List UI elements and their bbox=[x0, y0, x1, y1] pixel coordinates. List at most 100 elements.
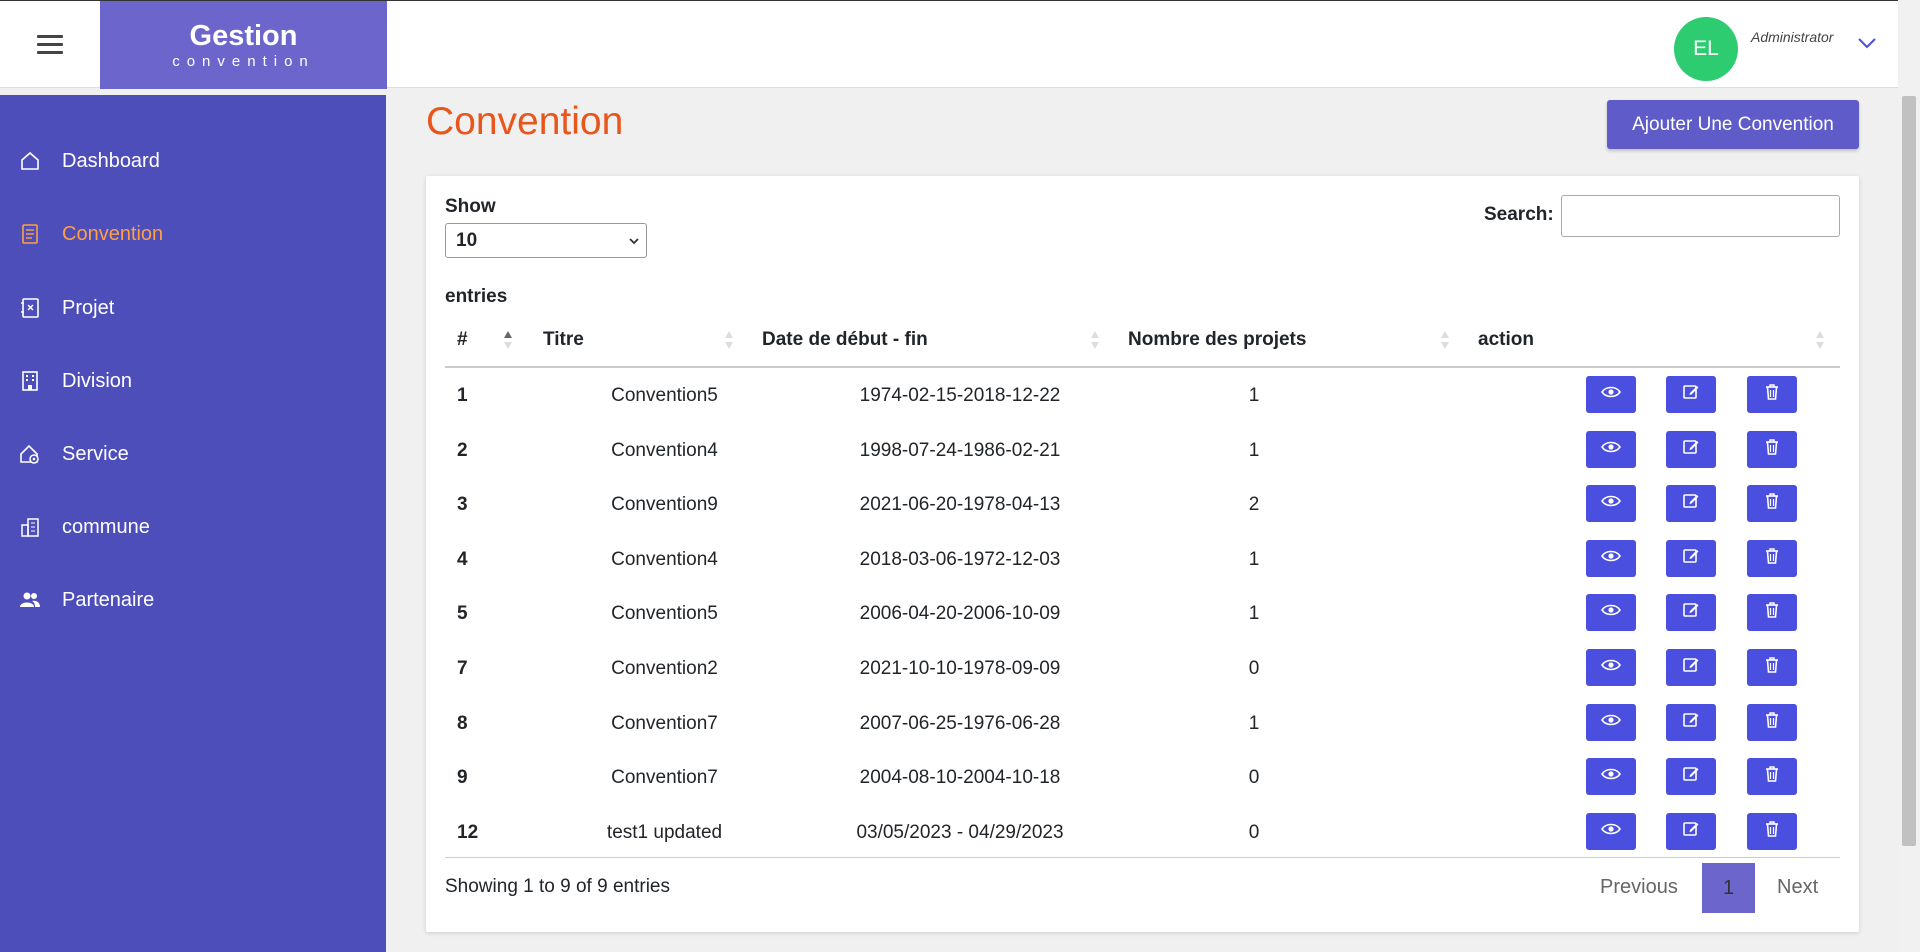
page-title: Convention bbox=[426, 100, 624, 143]
home-icon bbox=[18, 149, 42, 173]
row-id: 8 bbox=[457, 712, 468, 734]
scrollbar-thumb[interactable] bbox=[1902, 96, 1916, 846]
row-titre: Convention5 bbox=[611, 603, 718, 625]
sidebar-item-convention[interactable]: Convention bbox=[0, 204, 386, 264]
table-row: 4 Convention4 2018-03-06-1972-12-03 1 bbox=[445, 533, 1840, 587]
trash-icon bbox=[1764, 438, 1780, 461]
row-dates: 2021-10-10-1978-09-09 bbox=[859, 658, 1061, 679]
row-projets: 0 bbox=[1248, 821, 1260, 843]
edit-button[interactable] bbox=[1666, 649, 1716, 686]
sidebar-item-label: Projet bbox=[62, 296, 115, 319]
eye-icon bbox=[1601, 603, 1621, 622]
edit-button[interactable] bbox=[1666, 703, 1716, 741]
brand-subtitle: convention bbox=[172, 53, 315, 70]
sort-icon[interactable] bbox=[1090, 329, 1100, 351]
sidebar-item-commune[interactable]: commune bbox=[0, 497, 386, 557]
document-icon bbox=[18, 222, 42, 246]
edit-button[interactable] bbox=[1666, 594, 1716, 632]
sidebar-item-projet[interactable]: Projet bbox=[0, 278, 386, 338]
edit-icon bbox=[1682, 438, 1700, 461]
sidebar-item-partenaire[interactable]: Partenaire bbox=[0, 570, 386, 630]
sidebar-item-dashboard[interactable]: Dashboard bbox=[0, 131, 386, 191]
eye-icon bbox=[1601, 440, 1621, 459]
row-projets: 1 bbox=[1248, 385, 1260, 406]
sort-ascending-icon[interactable] bbox=[503, 329, 513, 351]
edit-icon bbox=[1682, 765, 1700, 788]
menu-toggle-button[interactable] bbox=[0, 1, 100, 89]
column-header-action[interactable]: action bbox=[1478, 326, 1534, 354]
column-header-date[interactable]: Date de début - fin bbox=[762, 326, 928, 354]
eye-icon bbox=[1601, 767, 1621, 786]
edit-button[interactable] bbox=[1666, 539, 1716, 577]
delete-button[interactable] bbox=[1747, 703, 1797, 741]
table-row: 7 Convention2 2021-10-10-1978-09-09 0 bbox=[445, 642, 1840, 696]
entries-per-page-select[interactable]: 10 bbox=[445, 223, 647, 258]
row-id: 7 bbox=[457, 658, 468, 679]
delete-button[interactable] bbox=[1747, 812, 1797, 850]
column-header-projets[interactable]: Nombre des projets bbox=[1128, 326, 1306, 354]
edit-icon bbox=[1682, 820, 1700, 843]
entries-per-page-value: 10 bbox=[456, 229, 478, 251]
sort-icon[interactable] bbox=[1815, 329, 1825, 351]
row-id: 2 bbox=[457, 439, 468, 461]
edit-button[interactable] bbox=[1666, 812, 1716, 850]
eye-icon bbox=[1601, 822, 1621, 841]
city-icon bbox=[18, 515, 42, 539]
view-button[interactable] bbox=[1586, 485, 1636, 523]
table-row: 5 Convention5 2006-04-20-2006-10-09 1 bbox=[445, 587, 1840, 641]
edit-icon bbox=[1682, 547, 1700, 570]
view-button[interactable] bbox=[1586, 758, 1636, 796]
pagination-page-1[interactable]: 1 bbox=[1702, 863, 1755, 913]
row-titre: Convention4 bbox=[611, 439, 718, 461]
delete-button[interactable] bbox=[1747, 539, 1797, 577]
edit-button[interactable] bbox=[1666, 485, 1716, 523]
service-icon bbox=[18, 442, 42, 466]
row-id: 1 bbox=[457, 385, 468, 406]
edit-button[interactable] bbox=[1666, 376, 1716, 413]
sort-icon[interactable] bbox=[724, 329, 734, 351]
top-header: Gestion convention bbox=[0, 0, 1898, 89]
add-convention-button[interactable]: Ajouter Une Convention bbox=[1607, 100, 1859, 149]
eye-icon bbox=[1601, 494, 1621, 513]
delete-button[interactable] bbox=[1747, 430, 1797, 468]
delete-button[interactable] bbox=[1747, 485, 1797, 523]
column-header-id[interactable]: # bbox=[457, 326, 468, 354]
sidebar-item-service[interactable]: Service bbox=[0, 424, 386, 484]
column-header-titre[interactable]: Titre bbox=[543, 326, 584, 354]
pagination-previous[interactable]: Previous bbox=[1600, 876, 1678, 899]
trash-icon bbox=[1764, 656, 1780, 679]
row-titre: Convention5 bbox=[611, 385, 718, 406]
view-button[interactable] bbox=[1586, 812, 1636, 850]
sidebar-item-label: Division bbox=[62, 369, 133, 392]
delete-button[interactable] bbox=[1747, 376, 1797, 413]
view-button[interactable] bbox=[1586, 594, 1636, 632]
avatar[interactable]: EL bbox=[1674, 17, 1738, 81]
chevron-down-icon[interactable] bbox=[1856, 36, 1878, 50]
table-row: 3 Convention9 2021-06-20-1978-04-13 2 bbox=[445, 478, 1840, 532]
delete-button[interactable] bbox=[1747, 758, 1797, 796]
row-dates: 03/05/2023 - 04/29/2023 bbox=[856, 821, 1064, 843]
view-button[interactable] bbox=[1586, 376, 1636, 413]
delete-button[interactable] bbox=[1747, 649, 1797, 686]
brand-logo[interactable]: Gestion convention bbox=[100, 1, 387, 89]
view-button[interactable] bbox=[1586, 649, 1636, 686]
view-button[interactable] bbox=[1586, 539, 1636, 577]
edit-button[interactable] bbox=[1666, 758, 1716, 796]
row-id: 4 bbox=[457, 548, 468, 570]
search-label: Search: bbox=[1484, 204, 1554, 225]
page-scrollbar[interactable] bbox=[1898, 0, 1920, 952]
view-button[interactable] bbox=[1586, 703, 1636, 741]
edit-button[interactable] bbox=[1666, 430, 1716, 468]
pagination-next[interactable]: Next bbox=[1777, 876, 1818, 899]
view-button[interactable] bbox=[1586, 430, 1636, 468]
search-input[interactable] bbox=[1561, 195, 1840, 237]
row-titre: Convention7 bbox=[611, 767, 718, 789]
trash-icon bbox=[1764, 383, 1780, 406]
table-header-divider bbox=[445, 366, 1840, 368]
row-dates: 2007-06-25-1976-06-28 bbox=[859, 712, 1061, 734]
sort-icon[interactable] bbox=[1440, 329, 1450, 351]
row-projets: 0 bbox=[1248, 767, 1260, 789]
row-titre: Convention2 bbox=[611, 658, 718, 679]
sidebar-item-division[interactable]: Division bbox=[0, 351, 386, 411]
delete-button[interactable] bbox=[1747, 594, 1797, 632]
